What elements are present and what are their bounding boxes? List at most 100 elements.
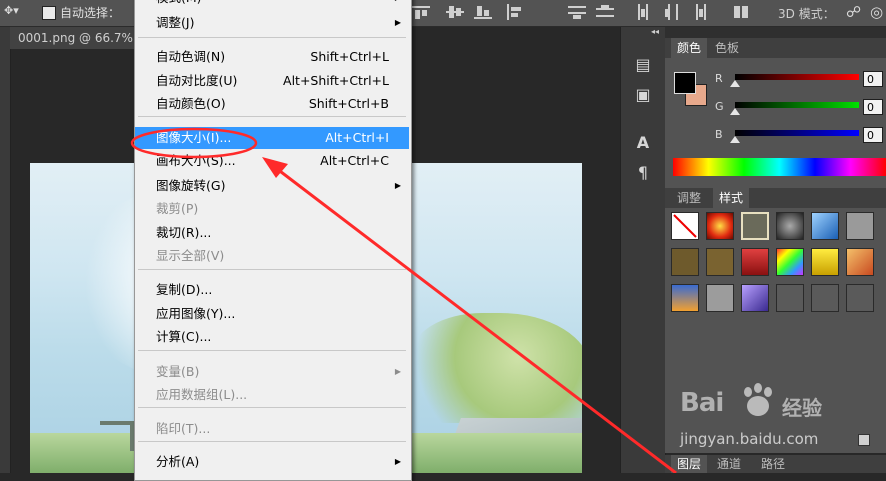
menu-item[interactable]: 画布大小(S)... Alt+Ctrl+C bbox=[135, 150, 409, 172]
green-slider-handle[interactable] bbox=[730, 108, 740, 115]
align-left-icon[interactable] bbox=[506, 4, 524, 20]
tab-channels[interactable]: 通道 bbox=[711, 455, 748, 473]
panel-icon-column: ◂◂ ▤ ▣ A ¶ bbox=[620, 27, 666, 473]
gray-swatch[interactable] bbox=[846, 212, 874, 240]
menu-item[interactable]: 复制(D)... bbox=[135, 279, 409, 301]
actions-panel-icon[interactable]: ▣ bbox=[633, 85, 653, 105]
menu-item-shortcut: Alt+Ctrl+I bbox=[325, 130, 389, 145]
distribute-hcenter-icon[interactable] bbox=[664, 4, 682, 20]
menu-item[interactable]: 模式(M) ▶ bbox=[135, 0, 409, 9]
green-value-field[interactable]: 0 bbox=[863, 99, 883, 115]
menu-item-shortcut: Shift+Ctrl+L bbox=[310, 49, 389, 64]
watermark-url: jingyan.baidu.com bbox=[680, 430, 819, 448]
foreground-color-swatch[interactable] bbox=[674, 72, 696, 94]
menu-item-label: 调整(J) bbox=[156, 15, 195, 30]
watermark-brand-right: 经验 bbox=[782, 396, 822, 420]
sunset-swatch[interactable] bbox=[671, 284, 699, 312]
red-button-swatch[interactable] bbox=[741, 248, 769, 276]
document-tab-title: 0001.png @ 66.7% bbox=[18, 31, 133, 45]
menu-item[interactable]: 自动对比度(U) Alt+Shift+Ctrl+L bbox=[135, 70, 409, 92]
submenu-arrow-icon: ▶ bbox=[395, 0, 401, 9]
menu-item[interactable]: 调整(J) ▶ bbox=[135, 12, 409, 34]
options-bar: ✥▾ 自动选择： 3D 模式： ☍ ◎ bbox=[0, 0, 886, 27]
menu-item-label: 陷印(T)... bbox=[156, 421, 211, 436]
blue-slider-handle[interactable] bbox=[730, 136, 740, 143]
green-slider-track[interactable] bbox=[735, 102, 859, 108]
submenu-arrow-icon: ▶ bbox=[394, 181, 401, 190]
empty-swatch-2[interactable] bbox=[811, 284, 839, 312]
baidu-paw-icon bbox=[744, 383, 772, 416]
red-glow-swatch[interactable] bbox=[706, 212, 734, 240]
align-top-icon[interactable] bbox=[412, 4, 430, 20]
tab-paths[interactable]: 路径 bbox=[755, 455, 792, 473]
menu-separator bbox=[138, 407, 406, 408]
menu-item[interactable]: 自动色调(N) Shift+Ctrl+L bbox=[135, 46, 409, 68]
history-panel-icon[interactable]: ▤ bbox=[633, 55, 653, 75]
submenu-arrow-icon: ▶ bbox=[394, 367, 401, 376]
distribute-left-icon[interactable] bbox=[636, 4, 654, 20]
menu-item[interactable]: 计算(C)... bbox=[135, 326, 409, 348]
color-spectrum-ramp[interactable] bbox=[673, 158, 886, 176]
slider-label-b: B bbox=[715, 128, 723, 141]
pattern-swatch[interactable] bbox=[706, 284, 734, 312]
red-slider-track[interactable] bbox=[735, 74, 859, 80]
submenu-arrow-icon: ▶ bbox=[394, 18, 401, 27]
align-vcenter-icon[interactable] bbox=[446, 4, 464, 20]
color-panel: 颜色 色板 R 0 G 0 B 0 bbox=[665, 38, 886, 188]
distribute-right-icon[interactable] bbox=[690, 4, 708, 20]
menu-item: 陷印(T)... bbox=[135, 418, 409, 440]
purple-swatch[interactable] bbox=[741, 284, 769, 312]
menu-item[interactable]: 应用图像(Y)... bbox=[135, 303, 409, 325]
menu-item-label: 图像大小(I)... bbox=[156, 130, 232, 145]
yellow-swatch[interactable] bbox=[811, 248, 839, 276]
frame-swatch[interactable] bbox=[741, 212, 769, 240]
chrome-ball-swatch[interactable] bbox=[776, 212, 804, 240]
collapse-panels-icon[interactable]: ◂◂ bbox=[651, 27, 659, 36]
red-value-field[interactable]: 0 bbox=[863, 71, 883, 87]
character-panel-icon[interactable]: A bbox=[633, 133, 653, 153]
panel-dock-header bbox=[665, 27, 886, 38]
menu-item-shortcut: Alt+Ctrl+C bbox=[320, 153, 389, 168]
tab-styles[interactable]: 样式 bbox=[713, 188, 750, 208]
tab-swatches[interactable]: 色板 bbox=[709, 38, 746, 58]
menu-item[interactable]: 分析(A) ▶ bbox=[135, 451, 409, 473]
blue-slider-track[interactable] bbox=[735, 130, 859, 136]
none-style-swatch[interactable] bbox=[671, 212, 699, 240]
menu-separator bbox=[138, 441, 406, 442]
move-tool-dropdown-icon[interactable]: ✥▾ bbox=[4, 4, 19, 17]
menu-item[interactable]: 图像大小(I)... Alt+Ctrl+I bbox=[135, 127, 409, 149]
red-slider-handle[interactable] bbox=[730, 80, 740, 87]
menu-item-label: 裁剪(P) bbox=[156, 201, 199, 216]
blue-glass-swatch[interactable] bbox=[811, 212, 839, 240]
align-bottom-icon[interactable] bbox=[474, 4, 492, 20]
document-tab[interactable]: 0001.png @ 66.7% bbox=[10, 27, 134, 49]
menu-item[interactable]: 裁切(R)... bbox=[135, 222, 409, 244]
menu-item-label: 变量(B) bbox=[156, 364, 200, 379]
3d-rotate-icon[interactable]: ☍ bbox=[846, 3, 861, 21]
auto-select-checkbox[interactable] bbox=[42, 6, 56, 20]
orange-gradient-swatch[interactable] bbox=[846, 248, 874, 276]
menu-item[interactable]: 图像旋转(G) ▶ bbox=[135, 175, 409, 197]
panel-menu-icon[interactable] bbox=[858, 434, 870, 446]
blue-value-field[interactable]: 0 bbox=[863, 127, 883, 143]
tab-color[interactable]: 颜色 bbox=[671, 38, 708, 58]
menu-item-label: 应用图像(Y)... bbox=[156, 306, 236, 321]
menu-item-shortcut: Alt+Shift+Ctrl+L bbox=[283, 73, 389, 88]
tab-layers[interactable]: 图层 bbox=[671, 455, 708, 473]
tab-adjustments[interactable]: 调整 bbox=[671, 188, 708, 208]
menu-item[interactable]: 自动颜色(O) Shift+Ctrl+B bbox=[135, 93, 409, 115]
distribute-vcenter-icon[interactable] bbox=[596, 4, 614, 20]
rainbow-swatch[interactable] bbox=[776, 248, 804, 276]
3d-roll-icon[interactable]: ◎ bbox=[870, 3, 883, 21]
image-menu: 模式(M) ▶ 调整(J) ▶ 自动色调(N) Shift+Ctrl+L 自动对比度(U) A… bbox=[134, 0, 412, 481]
empty-swatch-1[interactable] bbox=[776, 284, 804, 312]
distribute-top-icon[interactable] bbox=[568, 4, 586, 20]
menu-item-label: 计算(C)... bbox=[156, 329, 212, 344]
bronze-swatch[interactable] bbox=[706, 248, 734, 276]
menu-item-label: 裁切(R)... bbox=[156, 225, 212, 240]
olive-swatch[interactable] bbox=[671, 248, 699, 276]
menu-item-label: 模式(M) bbox=[156, 0, 202, 9]
auto-align-icon[interactable] bbox=[732, 4, 750, 20]
paragraph-panel-icon[interactable]: ¶ bbox=[633, 163, 653, 183]
empty-swatch-3[interactable] bbox=[846, 284, 874, 312]
